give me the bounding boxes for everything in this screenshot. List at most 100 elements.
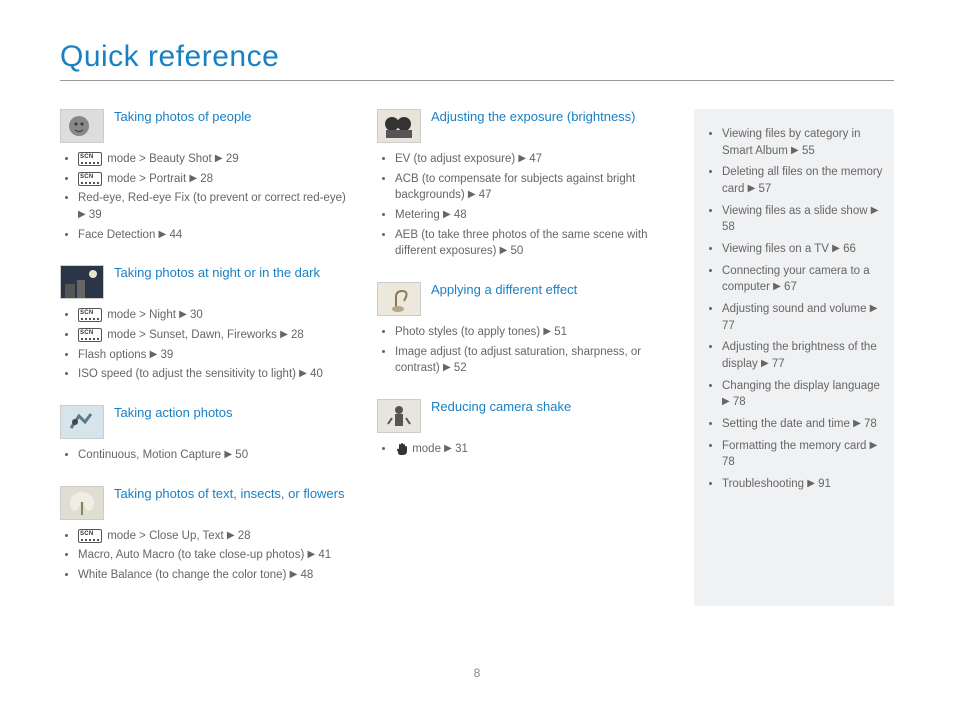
list-item: mode > Sunset, Dawn, Fireworks ▶ 28 — [78, 327, 353, 344]
title-rule — [60, 80, 894, 81]
section-header: Taking photos of people — [60, 109, 353, 143]
page-ref: 58 — [722, 221, 735, 233]
list-item: AEB (to take three photos of the same sc… — [395, 227, 670, 260]
section-header: Taking photos of text, insects, or flowe… — [60, 486, 353, 520]
arrow-icon: ▶ — [299, 368, 307, 379]
section-list: Continuous, Motion Capture ▶ 50 — [64, 447, 353, 464]
section-thumbnail — [377, 109, 421, 143]
arrow-icon: ▶ — [807, 478, 815, 489]
arrow-icon: ▶ — [500, 245, 508, 256]
section: Reducing camera shake mode ▶ 31 — [377, 399, 670, 458]
page-ref: 47 — [529, 153, 542, 165]
item-text: Adjusting sound and volume — [722, 303, 870, 315]
arrow-icon: ▶ — [871, 205, 879, 216]
page-ref: 50 — [511, 245, 524, 257]
arrow-icon: ▶ — [227, 530, 235, 541]
page-ref: 78 — [722, 456, 735, 468]
page-ref: 48 — [301, 569, 314, 581]
section-header: Reducing camera shake — [377, 399, 670, 433]
arrow-icon: ▶ — [761, 358, 769, 369]
list-item: White Balance (to change the color tone)… — [78, 567, 353, 584]
item-text: Photo styles (to apply tones) — [395, 326, 543, 338]
scn-mode-icon — [78, 152, 102, 166]
item-text: mode > Beauty Shot — [104, 153, 215, 165]
item-text: mode > Sunset, Dawn, Fireworks — [104, 329, 280, 341]
page-ref: 28 — [238, 530, 251, 542]
section-title: Applying a different effect — [431, 282, 577, 298]
section-list: mode > Beauty Shot ▶ 29 mode > Portrait … — [64, 151, 353, 243]
list-item: Photo styles (to apply tones) ▶ 51 — [395, 324, 670, 341]
page-ref: 44 — [169, 229, 182, 241]
page-ref: 41 — [318, 549, 331, 561]
item-text: Viewing files as a slide show — [722, 205, 871, 217]
sidebar-item: Troubleshooting ▶ 91 — [722, 476, 884, 493]
arrow-icon: ▶ — [307, 549, 315, 560]
section-thumbnail — [60, 486, 104, 520]
scn-mode-icon — [78, 308, 102, 322]
page-ref: 48 — [454, 209, 467, 221]
sidebar-item: Setting the date and time ▶ 78 — [722, 416, 884, 433]
list-item: mode > Night ▶ 30 — [78, 307, 353, 324]
arrow-icon: ▶ — [870, 440, 878, 451]
item-text: Formatting the memory card — [722, 440, 870, 452]
page-ref: 55 — [802, 145, 815, 157]
item-text: Macro, Auto Macro (to take close-up phot… — [78, 549, 307, 561]
page-ref: 47 — [479, 189, 492, 201]
section-title: Adjusting the exposure (brightness) — [431, 109, 636, 125]
arrow-icon: ▶ — [179, 309, 187, 320]
item-text: ISO speed (to adjust the sensitivity to … — [78, 368, 299, 380]
section-list: mode > Close Up, Text ▶ 28Macro, Auto Ma… — [64, 528, 353, 584]
item-text: Face Detection — [78, 229, 159, 241]
sidebar-item: Viewing files as a slide show ▶ 58 — [722, 203, 884, 236]
content-columns: Taking photos of people mode > Beauty Sh… — [60, 109, 894, 606]
page-ref: 77 — [772, 358, 785, 370]
list-item: Face Detection ▶ 44 — [78, 227, 353, 244]
arrow-icon: ▶ — [78, 209, 86, 220]
section-list: mode > Night ▶ 30 mode > Sunset, Dawn, F… — [64, 307, 353, 383]
sidebar-item: Viewing files by category in Smart Album… — [722, 126, 884, 159]
column-1: Taking photos of people mode > Beauty Sh… — [60, 109, 353, 606]
page-ref: 78 — [864, 418, 877, 430]
section: Taking action photos Continuous, Motion C… — [60, 405, 353, 464]
page-ref: 57 — [758, 183, 771, 195]
section-title: Taking photos at night or in the dark — [114, 265, 320, 281]
sidebar-item: Adjusting sound and volume ▶ 77 — [722, 301, 884, 334]
page-ref: 39 — [89, 209, 102, 221]
list-item: Red-eye, Red-eye Fix (to prevent or corr… — [78, 190, 353, 223]
section-thumbnail — [60, 265, 104, 299]
arrow-icon: ▶ — [773, 281, 781, 292]
item-text: Viewing files on a TV — [722, 243, 832, 255]
section-title: Taking photos of people — [114, 109, 251, 125]
section: Taking photos at night or in the dark mo… — [60, 265, 353, 383]
arrow-icon: ▶ — [443, 209, 451, 220]
scn-mode-icon — [78, 328, 102, 342]
scn-mode-icon — [78, 172, 102, 186]
item-text: Image adjust (to adjust saturation, shar… — [395, 346, 641, 375]
section-header: Taking action photos — [60, 405, 353, 439]
arrow-icon: ▶ — [468, 189, 476, 200]
scn-mode-icon — [78, 529, 102, 543]
sidebar-item: Changing the display language ▶ 78 — [722, 378, 884, 411]
section-header: Taking photos at night or in the dark — [60, 265, 353, 299]
section: Applying a different effect Photo styles … — [377, 282, 670, 377]
section-list: mode ▶ 31 — [381, 441, 670, 458]
arrow-icon: ▶ — [832, 243, 840, 254]
item-text: Red-eye, Red-eye Fix (to prevent or corr… — [78, 192, 346, 204]
item-text: Changing the display language — [722, 380, 880, 392]
list-item: mode > Beauty Shot ▶ 29 — [78, 151, 353, 168]
section-list: Photo styles (to apply tones) ▶ 51 Image … — [381, 324, 670, 377]
section-list: EV (to adjust exposure) ▶ 47ACB (to comp… — [381, 151, 670, 260]
list-item: mode > Portrait ▶ 28 — [78, 171, 353, 188]
arrow-icon: ▶ — [280, 329, 288, 340]
page-ref: 40 — [310, 368, 323, 380]
arrow-icon: ▶ — [543, 326, 551, 337]
arrow-icon: ▶ — [444, 443, 452, 454]
list-item: Macro, Auto Macro (to take close-up phot… — [78, 547, 353, 564]
arrow-icon: ▶ — [150, 349, 158, 360]
page-ref: 30 — [190, 309, 203, 321]
section-thumbnail — [377, 282, 421, 316]
sidebar-item: Deleting all files on the memory card ▶ … — [722, 164, 884, 197]
list-item: Image adjust (to adjust saturation, shar… — [395, 344, 670, 377]
arrow-icon: ▶ — [853, 418, 861, 429]
section-title: Taking photos of text, insects, or flowe… — [114, 486, 345, 502]
